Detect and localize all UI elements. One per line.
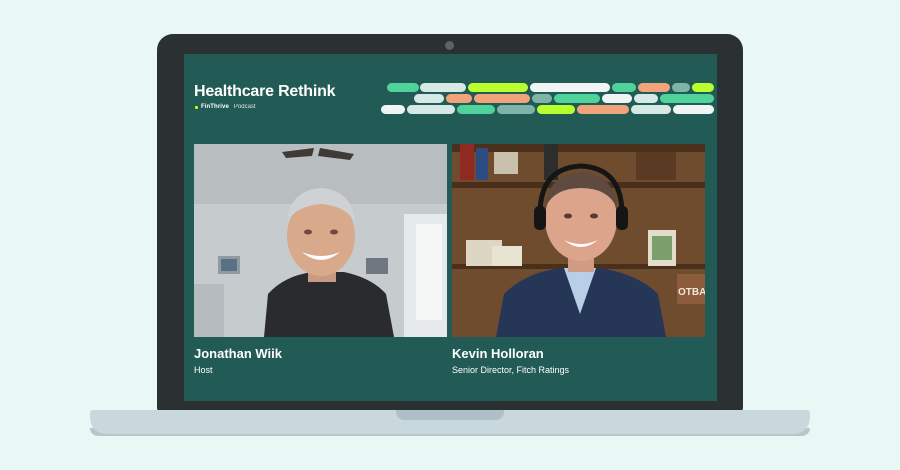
host-name: Jonathan Wiik — [194, 346, 283, 361]
brand-logo: FinThrive Podcast — [195, 104, 256, 110]
podcast-title: Healthcare Rethink — [194, 83, 336, 100]
svg-text:OTBAL: OTBAL — [678, 287, 705, 298]
webcam-icon — [445, 41, 454, 50]
brand-mark-icon — [195, 105, 198, 109]
guest-video-image: OTBAL — [452, 144, 705, 337]
host-role: Host — [194, 365, 213, 375]
brand-suffix: Podcast — [233, 104, 256, 110]
laptop-frame: Healthcare Rethink FinThrive Podcast OTB… — [157, 34, 743, 412]
guest-name: Kevin Holloran — [452, 346, 544, 361]
host-video-image — [194, 144, 447, 337]
video-tile-host — [194, 144, 447, 337]
video-tile-guest: OTBAL — [452, 144, 705, 337]
laptop-base — [90, 410, 810, 434]
laptop-notch — [396, 410, 504, 420]
podcast-screen: Healthcare Rethink FinThrive Podcast OTB… — [184, 54, 717, 401]
guest-role: Senior Director, Fitch Ratings — [452, 365, 570, 375]
brand-name: FinThrive — [201, 104, 229, 110]
